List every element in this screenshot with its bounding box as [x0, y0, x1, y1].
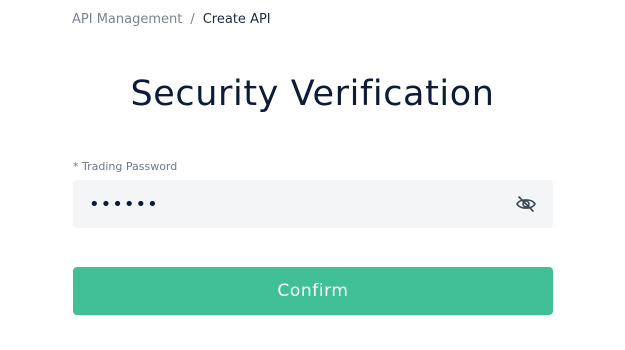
page-title: Security Verification: [130, 74, 495, 114]
trading-password-label: * Trading Password: [73, 160, 178, 173]
breadcrumb-create-api: Create API: [202, 12, 271, 27]
eye-slash-icon[interactable]: [515, 193, 537, 215]
security-verification-page: API Management / Create API Security Ver…: [0, 0, 625, 350]
breadcrumb-api-management[interactable]: API Management: [72, 12, 182, 28]
trading-password-input[interactable]: [73, 180, 503, 228]
confirm-button[interactable]: Confirm: [73, 267, 553, 315]
breadcrumb: API Management / Create API: [72, 12, 271, 28]
trading-password-field: [73, 180, 553, 228]
breadcrumb-separator: /: [190, 12, 195, 27]
